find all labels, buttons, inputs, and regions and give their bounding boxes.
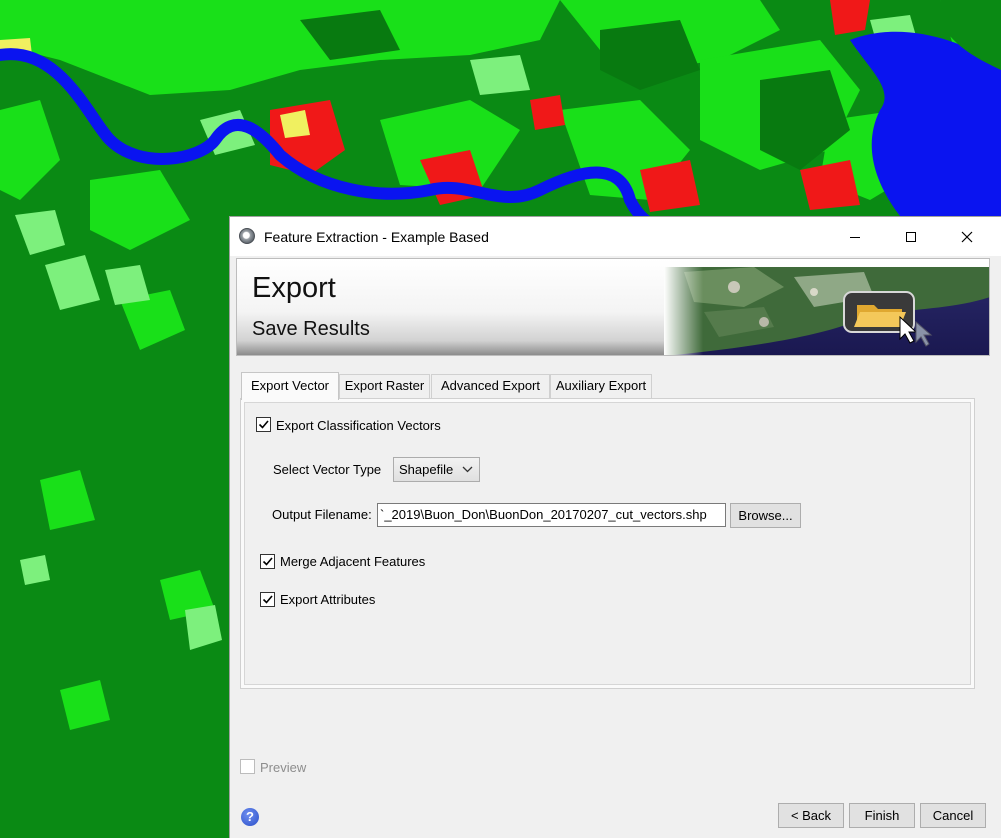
minimize-button[interactable] (832, 217, 878, 256)
cancel-button[interactable]: Cancel (920, 803, 986, 828)
export-classification-vectors-checkbox[interactable] (256, 417, 271, 432)
export-vector-panel (240, 398, 975, 689)
preview-label: Preview (260, 760, 307, 775)
help-icon[interactable]: ? (241, 808, 259, 826)
vector-type-label: Select Vector Type (273, 462, 382, 477)
vector-type-value: Shapefile (399, 462, 454, 477)
title-bar[interactable]: Feature Extraction - Example Based (230, 217, 1001, 256)
output-filename-label: Output Filename: (272, 507, 372, 522)
minimize-icon (850, 236, 860, 238)
tab-export-vector[interactable]: Export Vector (241, 372, 339, 400)
output-filename-value: `_2019\Buon_Don\BuonDon_20170207_cut_vec… (380, 507, 707, 522)
page-title: Export (252, 272, 336, 304)
vector-type-select[interactable]: Shapefile (393, 457, 480, 482)
merge-adjacent-features-checkbox[interactable] (260, 554, 275, 569)
checkmark-icon (262, 595, 273, 604)
close-button[interactable] (944, 217, 990, 256)
export-classification-vectors-label: Export Classification Vectors (276, 418, 441, 433)
checkmark-icon (258, 420, 269, 429)
chevron-down-icon (462, 466, 473, 473)
merge-adjacent-features-label: Merge Adjacent Features (280, 554, 426, 569)
app-globe-icon (239, 228, 255, 244)
preview-checkbox[interactable] (240, 759, 255, 774)
page-subtitle: Save Results (252, 318, 370, 340)
tab-export-raster[interactable]: Export Raster (339, 374, 430, 398)
export-attributes-label: Export Attributes (280, 592, 376, 607)
checkmark-icon (262, 557, 273, 566)
window-title: Feature Extraction - Example Based (264, 229, 489, 245)
close-icon (961, 231, 973, 242)
satellite-folder-banner-image (664, 267, 989, 355)
finish-button[interactable]: Finish (849, 803, 915, 828)
export-vector-panel-content (244, 402, 971, 685)
back-button[interactable]: < Back (778, 803, 844, 828)
maximize-icon (906, 231, 916, 242)
tab-advanced-export[interactable]: Advanced Export (431, 374, 550, 398)
browse-button[interactable]: Browse... (730, 503, 801, 528)
export-attributes-checkbox[interactable] (260, 592, 275, 607)
maximize-button[interactable] (888, 217, 934, 256)
output-filename-input[interactable]: `_2019\Buon_Don\BuonDon_20170207_cut_vec… (377, 503, 726, 527)
tab-auxiliary-export[interactable]: Auxiliary Export (550, 374, 652, 398)
header-banner: Export Save Results (236, 258, 990, 356)
feature-extraction-dialog: Feature Extraction - Example Based Expor… (229, 216, 1001, 838)
